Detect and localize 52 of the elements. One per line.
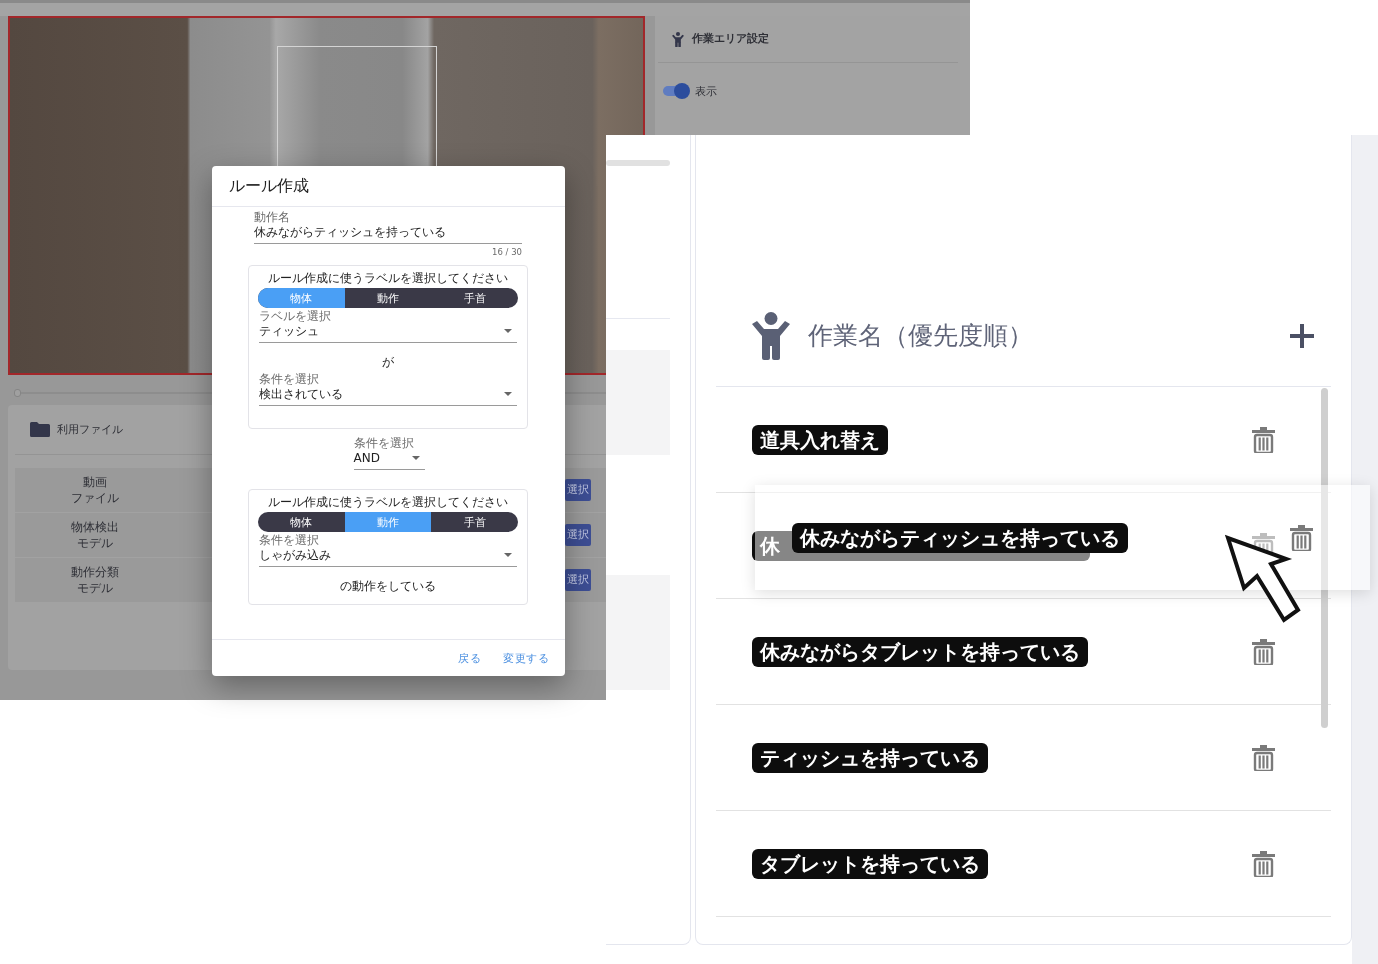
person-icon [672,30,684,48]
file-label: 物体検出 [71,519,119,535]
file-label: ファイル [71,490,119,506]
cursor-icon [1224,534,1302,624]
task-tag: 休みながらタブレットを持っている [752,636,1088,667]
field-label: 条件を選択 [259,373,320,386]
character-counter: 16 / 30 [492,247,522,257]
segment-tab[interactable]: 物体 [258,512,345,532]
segment-tab[interactable]: 手首 [431,512,518,532]
caret-icon [504,329,512,333]
dialog-title: ルール作成 [212,166,565,207]
select-field[interactable]: 条件を選択 AND [353,437,425,470]
task-tag: ティッシュを持っている [752,742,988,773]
track-bar [606,160,670,166]
select-button[interactable]: 選択 [565,479,591,501]
panel-title: 作業エリア設定 [692,32,769,46]
person-icon [752,311,790,360]
select-field[interactable]: ラベルを選択 ティッシュ [259,310,517,343]
segment-tab[interactable]: 動作 [344,288,432,308]
toggle-switch[interactable] [663,83,690,99]
field-label: 条件を選択 [353,437,415,450]
segment-tab[interactable]: 手首 [431,288,518,308]
toggle-label: 表示 [695,83,717,99]
dialog-action-button[interactable]: 変更する [503,650,549,666]
connector-text: の動作をしている [339,579,437,594]
file-label: 動作分類 [71,564,119,580]
field-label: ラベルを選択 [259,310,332,323]
list-title: 作業名（優先度順） [808,320,1034,352]
select-field[interactable]: 条件を選択 しゃがみ込み [259,534,517,567]
select-button[interactable]: 選択 [565,569,591,591]
file-label: モデル [77,580,113,596]
select-field[interactable]: 条件を選択 検出されている [259,373,517,406]
card-prompt: ルール作成に使うラベルを選択してください [267,495,509,510]
caret-icon [411,456,420,460]
task-tag: 道具入れ替え [752,424,888,455]
task-tag: 休みながらティッシュを持っている [792,522,1128,553]
task-tag: タブレットを持っている [752,848,988,879]
caret-icon [504,392,512,396]
folder-icon [30,422,50,437]
seek-thumb[interactable] [14,389,21,397]
card-title: 利用ファイル [57,422,123,437]
plus-icon[interactable] [1290,323,1314,348]
field-label: 動作名 [254,211,291,224]
text-field[interactable]: 動作名 休みながらティッシュを持っている [254,211,522,244]
select-button[interactable]: 選択 [565,524,591,546]
connector-text: が [381,355,395,370]
file-label: 動画 [83,474,107,490]
field-label: 条件を選択 [259,534,320,547]
dialog-action-button[interactable]: 戻る [458,650,481,666]
scrollbar[interactable] [1321,388,1328,728]
file-label: モデル [77,535,113,551]
card-prompt: ルール作成に使うラベルを選択してください [267,271,509,286]
